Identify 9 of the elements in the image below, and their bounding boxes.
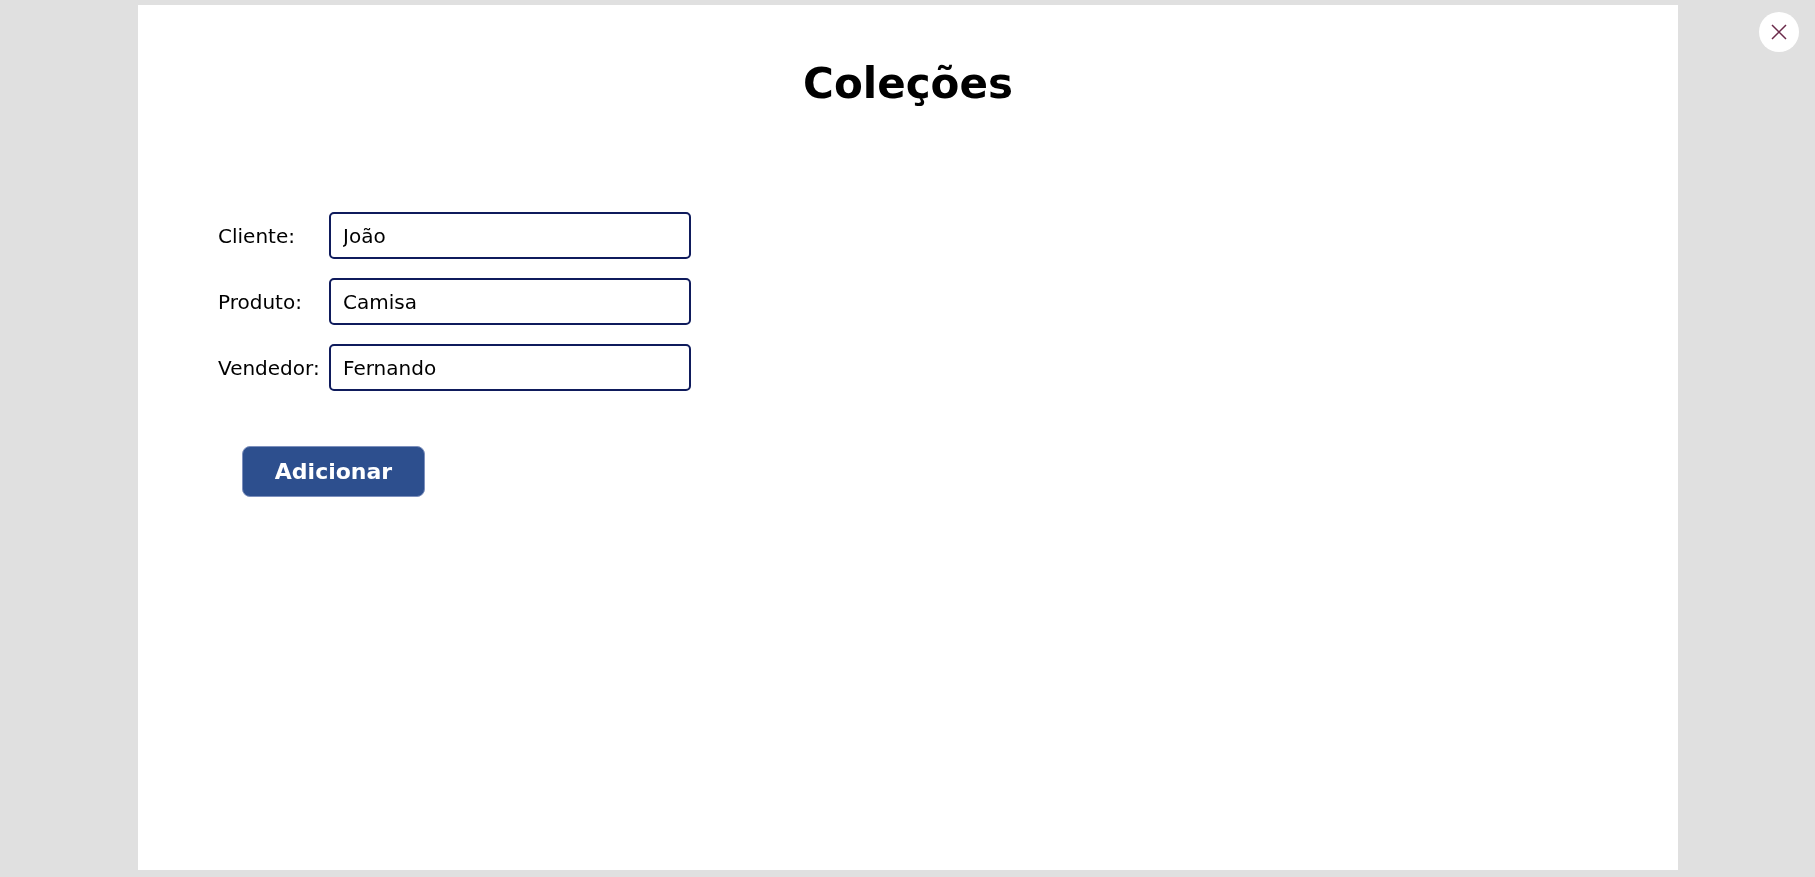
field-label: Produto: (218, 289, 303, 314)
close-button[interactable] (1759, 12, 1799, 52)
field-label: Cliente: (218, 223, 296, 248)
add-button[interactable]: Adicionar (242, 446, 425, 497)
close-icon (1771, 24, 1787, 40)
input-field[interactable]: Camisa (329, 278, 691, 325)
field-label: Vendedor: (218, 355, 321, 380)
page-title: Coleções (803, 59, 1013, 108)
input-field[interactable]: Fernando (329, 344, 691, 391)
